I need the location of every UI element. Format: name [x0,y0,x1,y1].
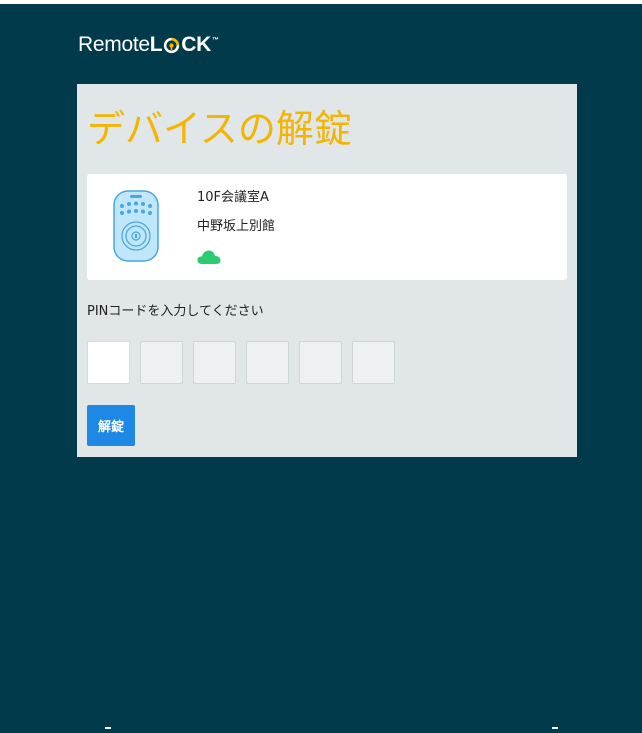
logo-text-remote: Remote [78,33,150,56]
pin-input-group [87,341,395,384]
pin-digit-3[interactable] [193,341,236,384]
pin-digit-4[interactable] [246,341,289,384]
device-info-box: 10F会議室A 中野坂上別館 [87,174,567,280]
logo-text-lock: L CK ™ [150,33,219,57]
cloud-icon [197,250,221,264]
logo-letters-ck: CK [181,33,211,56]
device-location: 中野坂上別館 [197,219,276,234]
logo-lock-o-icon [164,37,180,53]
bottom-edge-mark-left [105,727,111,729]
remotelock-logo: Remote L CK ™ [78,33,219,57]
unlock-button[interactable]: 解錠 [87,405,135,446]
smart-lock-device-icon [113,190,159,262]
unlock-card: デバイスの解錠 10F会議室A 中野坂上別館 PINコードを入力してください 解… [77,84,577,457]
trademark-symbol: ™ [212,36,219,44]
bottom-edge-mark-right [552,727,558,729]
page-background: Remote L CK ™ デバイスの解錠 10F会議室A 中野坂上別館 PIN… [0,4,642,733]
pin-digit-2[interactable] [140,341,183,384]
logo-letter-l: L [149,33,163,56]
pin-label: PINコードを入力してください [87,304,264,319]
page-title: デバイスの解錠 [87,107,352,151]
pin-digit-6[interactable] [352,341,395,384]
device-name: 10F会議室A [197,190,269,205]
pin-digit-1[interactable] [87,341,130,384]
pin-digit-5[interactable] [299,341,342,384]
